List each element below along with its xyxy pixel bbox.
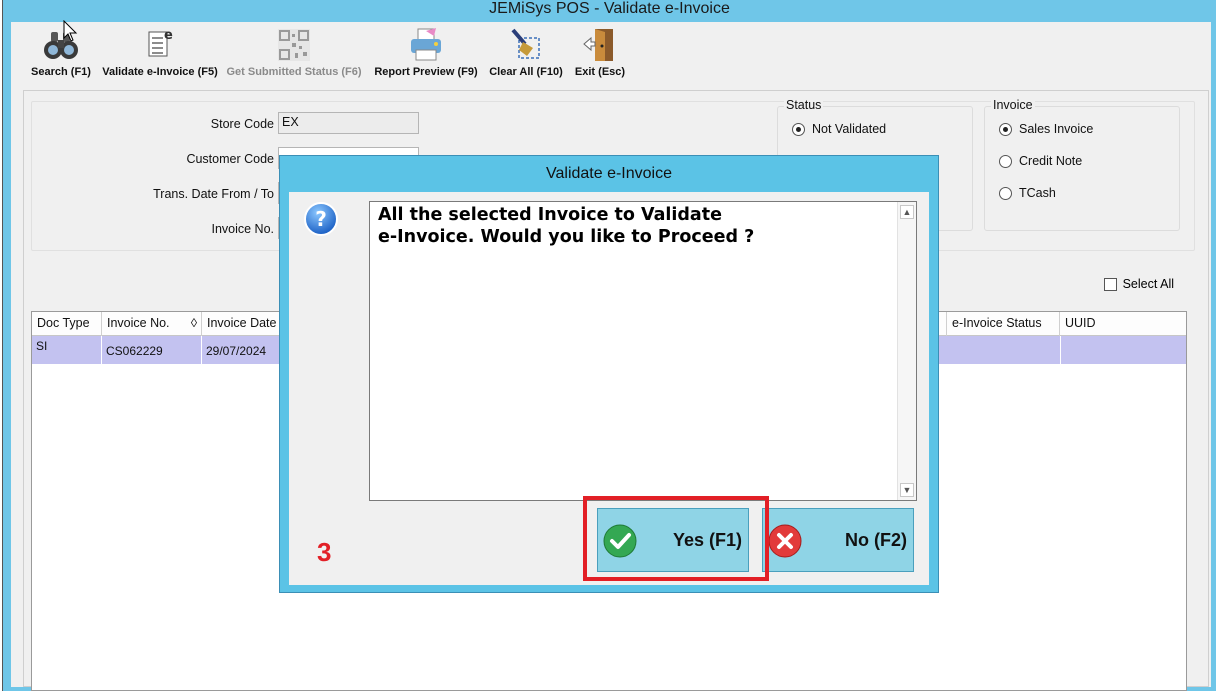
submitted-status-label: Get Submitted Status (F6) [226,66,362,78]
invoice-option-tcash[interactable]: TCash [999,186,1056,200]
radio-selected-icon [792,122,805,136]
search-button[interactable]: Search (F1) [27,26,95,84]
no-label: No (F2) [845,530,907,550]
message-scrollbar[interactable]: ▲ ▼ [897,202,916,500]
checkbox-unchecked-icon [1103,277,1117,291]
column-header-invoice-no[interactable]: Invoice No. ◊ [102,312,202,336]
status-option-not-validated[interactable]: Not Validated [792,122,886,136]
broom-clear-icon [511,28,540,59]
sort-icon: ◊ [190,316,197,330]
invoice-option-label: Credit Note [1019,154,1083,168]
radio-selected-icon [999,122,1012,136]
validate-einvoice-button[interactable]: e Validate e-Invoice (F5) [99,26,221,84]
cancel-x-icon [768,524,802,558]
invoice-option-credit-note[interactable]: Credit Note [999,154,1082,168]
confirm-dialog: Validate e-Invoice ? All the selected In… [279,155,939,593]
qr-code-icon [278,29,310,61]
dialog-title: Validate e-Invoice [546,165,672,182]
einvoice-document-icon: e [148,28,173,57]
search-label: Search (F1) [31,66,91,78]
scroll-up-icon[interactable]: ▲ [900,205,914,219]
exit-button[interactable]: Exit (Esc) [569,26,631,84]
report-preview-button[interactable]: Report Preview (F9) [371,26,481,84]
dialog-body: ? All the selected Invoice to Validate e… [289,192,929,585]
customer-code-label: Customer Code [186,152,274,166]
window-title: JEMiSys POS - Validate e-Invoice [489,0,730,17]
invoice-group: Invoice Sales Invoice Credit Note TCash [984,98,1180,231]
exit-label: Exit (Esc) [574,66,626,78]
no-button[interactable]: No (F2) [762,508,914,572]
column-header-doc-type[interactable]: Doc Type [32,312,102,336]
printer-icon [411,28,441,61]
clear-all-label: Clear All (F10) [489,66,563,78]
clear-all-button[interactable]: Clear All (F10) [487,26,565,84]
scroll-down-icon[interactable]: ▼ [900,483,914,497]
radio-unselected-icon [999,186,1012,200]
exit-door-icon [583,29,613,61]
message-box: All the selected Invoice to Validate e-I… [369,201,917,501]
mouse-pointer-icon [63,20,78,42]
radio-unselected-icon [999,154,1012,168]
validate-label: Validate e-Invoice (F5) [102,66,218,78]
step-marker: 3 [317,537,332,567]
cell-doc-type: SI [32,336,102,364]
status-option-label: Not Validated [812,122,887,136]
cell-uuid [1060,336,1188,364]
column-header-einvoice-status[interactable]: e-Invoice Status [946,312,1060,336]
invoice-no-label: Invoice No. [211,222,274,236]
status-group-title: Status [784,98,824,112]
store-code-field[interactable]: EX [278,112,419,134]
svg-text:?: ? [315,207,327,231]
cell-invoice-no: CS062229 [102,336,202,364]
invoice-option-label: TCash [1019,186,1056,200]
get-submitted-status-button[interactable]: Get Submitted Status (F6) [225,26,363,84]
invoice-option-sales-invoice[interactable]: Sales Invoice [999,122,1093,136]
select-all-checkbox[interactable]: Select All [1103,277,1174,291]
column-header-invoice-no-label: Invoice No. [107,316,170,330]
toolbar: Search (F1) e Validate e-Invoice (F5) Ge… [11,22,1211,86]
dialog-message: All the selected Invoice to Validate e-I… [378,205,755,247]
trans-date-label: Trans. Date From / To [153,187,274,201]
column-header-uuid[interactable]: UUID [1060,312,1188,336]
report-preview-label: Report Preview (F9) [374,66,478,78]
yes-button-highlight [583,496,769,581]
invoice-option-label: Sales Invoice [1019,122,1094,136]
select-all-label: Select All [1122,277,1174,291]
store-code-label: Store Code [210,117,274,131]
invoice-group-title: Invoice [991,98,1035,112]
svg-text:e: e [164,28,173,43]
question-icon: ? [304,202,338,236]
